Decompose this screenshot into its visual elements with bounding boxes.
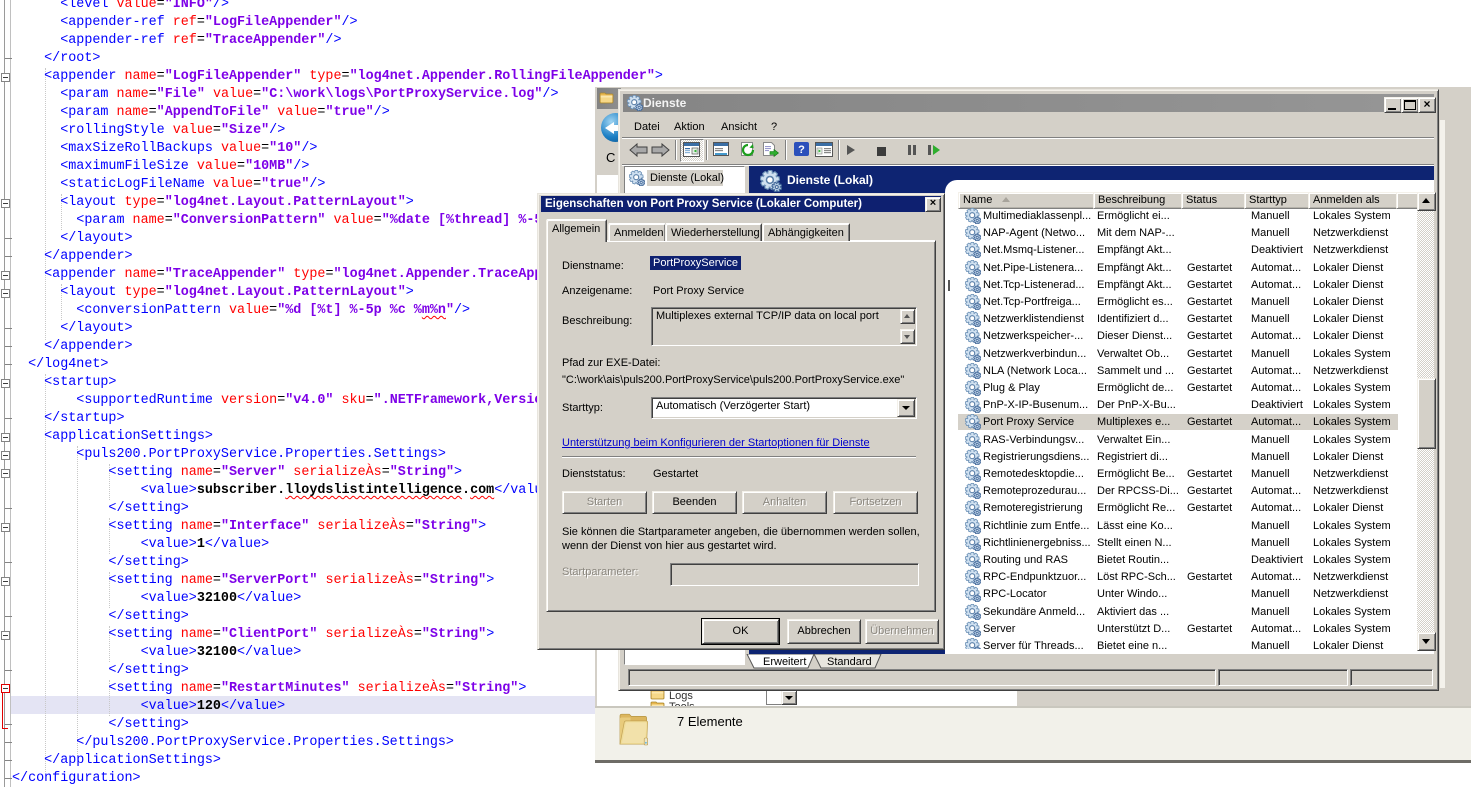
svg-text:?: ? <box>798 144 805 156</box>
svg-text:Standard: Standard <box>827 656 872 668</box>
svg-text:Erweitert: Erweitert <box>763 656 806 668</box>
